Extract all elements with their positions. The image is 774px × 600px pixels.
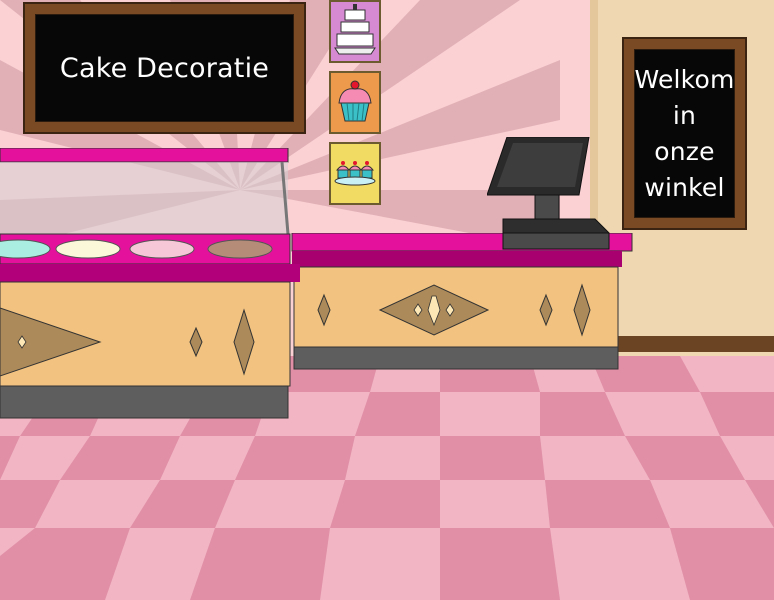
welcome-chalkboard-face: Welkom in onze winkel	[634, 49, 735, 218]
title-chalkboard: Cake Decoratie	[23, 2, 306, 134]
pink-icing-bowl[interactable]	[129, 239, 195, 259]
shop-title: Cake Decoratie	[59, 52, 270, 84]
cupcakes-plate-poster[interactable]	[329, 142, 381, 205]
wedding-cake-poster[interactable]	[329, 0, 381, 63]
wedding-cake-icon	[334, 4, 376, 55]
welcome-line-2: in	[672, 100, 697, 130]
cash-register-icon[interactable]	[487, 137, 613, 251]
cupcakes-plate-icon	[334, 161, 376, 186]
welcome-line-3: onze	[654, 136, 715, 166]
welcome-line-4: winkel	[644, 172, 725, 202]
vanilla-icing-bowl[interactable]	[55, 239, 121, 259]
cashier-counter	[291, 233, 633, 370]
title-chalkboard-face: Cake Decoratie	[35, 14, 294, 122]
chocolate-icing-bowl[interactable]	[207, 239, 273, 259]
welcome-chalkboard: Welkom in onze winkel	[622, 37, 747, 230]
welcome-line-1: Welkom	[634, 64, 735, 94]
cupcake-poster[interactable]	[329, 71, 381, 134]
display-case-counter	[0, 148, 300, 419]
cupcake-icon	[338, 80, 372, 122]
bakery-scene: Cake Decoratie Welkom in onze winkel	[0, 0, 774, 600]
mint-icing-bowl[interactable]	[0, 239, 51, 259]
